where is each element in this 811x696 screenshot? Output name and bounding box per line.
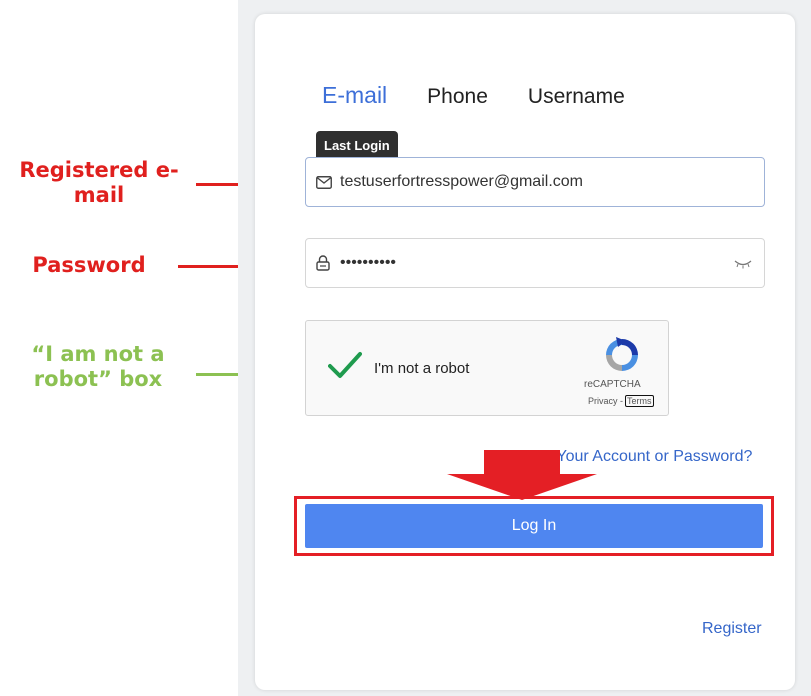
tab-email[interactable]: E-mail (322, 82, 387, 109)
recaptcha-links: Privacy - Terms (588, 395, 654, 407)
tab-username[interactable]: Username (528, 85, 625, 109)
eye-closed-icon[interactable] (734, 256, 752, 274)
checkmark-icon[interactable] (328, 351, 362, 384)
recaptcha-label: I'm not a robot (374, 360, 470, 377)
email-field[interactable] (340, 173, 720, 191)
annotation-email: Registered e-mail (19, 158, 179, 208)
register-link[interactable]: Register (702, 620, 762, 638)
login-button[interactable]: Log In (305, 504, 763, 548)
tab-phone[interactable]: Phone (427, 85, 488, 109)
mail-icon (316, 173, 334, 191)
recaptcha-box: I'm not a robot reCAPTCHA Privacy - Term… (305, 320, 669, 416)
password-field-container (305, 238, 765, 288)
login-tabs: E-mail Phone Username (322, 82, 665, 109)
recaptcha-terms-link[interactable]: Terms (625, 395, 654, 407)
recaptcha-privacy-link[interactable]: Privacy - (588, 396, 623, 406)
recaptcha-logo-icon (602, 335, 642, 380)
annotation-robot: “I am not a robot” box (31, 342, 165, 392)
recaptcha-brand: reCAPTCHA (584, 379, 641, 390)
annotation-password: Password (32, 253, 146, 277)
email-field-container (305, 157, 765, 207)
lock-icon (316, 254, 334, 272)
password-field[interactable] (340, 254, 720, 272)
